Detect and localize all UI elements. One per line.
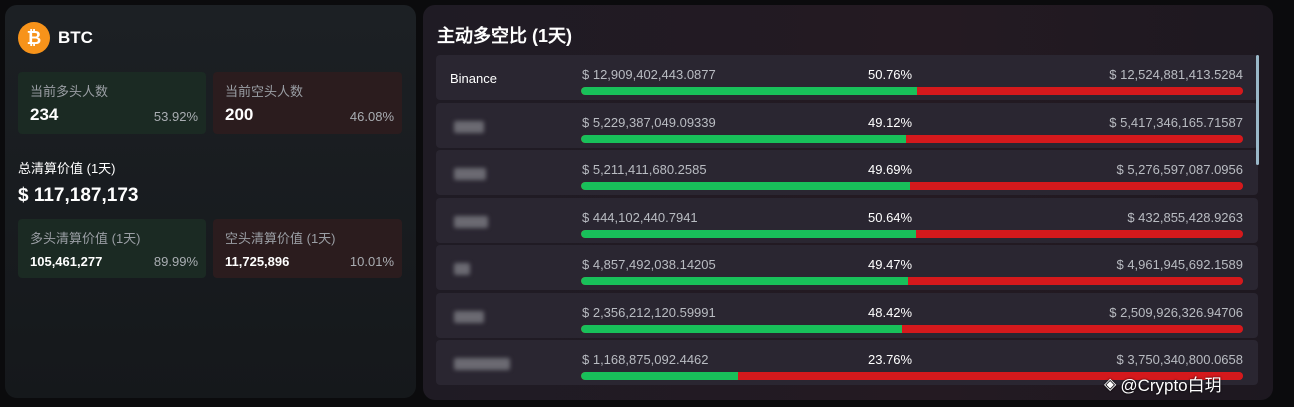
ratio-bar-short bbox=[911, 182, 1243, 190]
short-liquidation-value: 11,725,896 bbox=[225, 254, 290, 269]
ratio-bar bbox=[581, 229, 1243, 238]
ratio-bar bbox=[581, 182, 1243, 190]
watermark-text: @Crypto白玥 bbox=[1120, 376, 1222, 395]
watermark: ◈ @Crypto白玥 bbox=[1104, 371, 1222, 396]
long-count-label: 当前多头人数 bbox=[30, 84, 109, 99]
exchange-name: Binance bbox=[450, 71, 497, 86]
total-liquidation-value: $ 117,187,173 bbox=[18, 185, 139, 206]
panel-title: 主动多空比 (1天) bbox=[437, 26, 572, 46]
long-ratio-pct: 49.12% bbox=[868, 114, 913, 130]
bitcoin-icon: ₿ bbox=[18, 22, 50, 54]
exchange-row[interactable]: $ 4,857,492,038.14205 49.47% $ 4,961,945,6… bbox=[436, 245, 1258, 290]
ratio-bar bbox=[581, 134, 1243, 143]
short-volume: $ 5,276,597,087.0956 bbox=[1116, 162, 1243, 177]
ratio-bar-long bbox=[581, 182, 910, 190]
ratio-bar bbox=[581, 87, 1243, 95]
short-volume: $ 5,417,346,165.71587 bbox=[1109, 114, 1243, 130]
exchange-row[interactable]: $ 2,356,212,120.59991 48.42% $ 2,509,926,3… bbox=[436, 292, 1258, 338]
short-volume: $ 432,855,428.9263 bbox=[1127, 209, 1243, 225]
ratio-bar bbox=[581, 277, 1243, 285]
short-count-value: 200 bbox=[225, 105, 254, 124]
total-liquidation-label: 总清算价值 (1天) bbox=[18, 161, 116, 176]
ratio-bar-short bbox=[908, 134, 1243, 143]
short-count-pct: 46.08% bbox=[349, 109, 394, 124]
long-volume: $ 2,356,212,120.59991 bbox=[582, 304, 716, 320]
long-count-value: 234 bbox=[30, 105, 59, 124]
ratio-bar-long bbox=[581, 324, 902, 333]
long-ratio-pct: 50.64% bbox=[868, 209, 913, 225]
long-liquidation-pct: 89.99% bbox=[153, 254, 198, 269]
long-liquidation-card: 多头清算价值 (1天) 105,461,277 89.99% bbox=[18, 219, 206, 278]
long-volume: $ 1,168,875,092.4462 bbox=[582, 352, 709, 367]
ratio-bar-short bbox=[919, 87, 1243, 95]
exchange-logo-blurred bbox=[454, 120, 484, 133]
long-liquidation-value: 105,461,277 bbox=[30, 254, 103, 269]
short-liquidation-card: 空头清算价值 (1天) 11,725,896 10.01% bbox=[213, 219, 402, 278]
binance-logo-icon: ◈ bbox=[1104, 375, 1117, 393]
exchange-row[interactable]: $ 5,211,411,680.2585 49.69% $ 5,276,597,08… bbox=[436, 150, 1258, 195]
long-short-ratio-panel: 主动多空比 (1天) Binance $ 12,909,402,443.0877 5… bbox=[423, 5, 1273, 400]
ratio-bar-long bbox=[581, 277, 909, 285]
exchange-logo-blurred bbox=[454, 168, 486, 180]
long-ratio-pct: 49.47% bbox=[868, 257, 913, 272]
ratio-bar-short bbox=[903, 324, 1243, 333]
long-count-pct: 53.92% bbox=[153, 109, 198, 124]
long-ratio-pct: 49.69% bbox=[868, 162, 913, 177]
short-liquidation-pct: 10.01% bbox=[349, 254, 394, 269]
exchange-logo-blurred bbox=[454, 310, 484, 323]
coin-summary-panel: ₿ BTC 当前多头人数 234 53.92% 当前空头人数 200 46.08… bbox=[5, 5, 416, 398]
long-volume: $ 12,909,402,443.0877 bbox=[582, 67, 716, 82]
short-volume: $ 4,961,945,692.1589 bbox=[1116, 257, 1243, 272]
short-count-card: 当前空头人数 200 46.08% bbox=[213, 72, 402, 134]
short-count-label: 当前空头人数 bbox=[225, 84, 304, 99]
coin-header: ₿ BTC bbox=[18, 22, 93, 54]
exchange-logo-blurred bbox=[454, 215, 488, 228]
exchange-logo-blurred bbox=[454, 358, 510, 370]
ratio-bar-long bbox=[581, 87, 918, 95]
ratio-bar-long bbox=[581, 229, 917, 238]
long-volume: $ 5,229,387,049.09339 bbox=[582, 114, 716, 130]
ratio-bar-short bbox=[910, 277, 1243, 285]
short-volume: $ 2,509,926,326.94706 bbox=[1109, 304, 1243, 320]
ratio-bar bbox=[581, 324, 1243, 333]
long-volume: $ 5,211,411,680.2585 bbox=[582, 162, 707, 177]
short-volume: $ 12,524,881,413.5284 bbox=[1109, 67, 1243, 82]
scrollbar-thumb[interactable] bbox=[1256, 55, 1259, 165]
long-liquidation-label: 多头清算价值 (1天) bbox=[30, 231, 141, 246]
long-ratio-pct: 23.76% bbox=[868, 352, 913, 367]
long-volume: $ 444,102,440.7941 bbox=[582, 209, 698, 225]
exchange-row[interactable]: $ 444,102,440.7941 50.64% $ 432,855,428.92… bbox=[436, 197, 1258, 243]
long-ratio-pct: 50.76% bbox=[868, 67, 913, 82]
exchange-row[interactable]: $ 5,229,387,049.09339 49.12% $ 5,417,346,1… bbox=[436, 102, 1258, 148]
long-volume: $ 4,857,492,038.14205 bbox=[582, 257, 716, 272]
ratio-bar-long bbox=[581, 134, 907, 143]
ratio-bar-short bbox=[918, 229, 1243, 238]
long-ratio-pct: 48.42% bbox=[868, 304, 913, 320]
short-liquidation-label: 空头清算价值 (1天) bbox=[225, 231, 336, 246]
short-volume: $ 3,750,340,800.0658 bbox=[1116, 352, 1243, 367]
long-count-card: 当前多头人数 234 53.92% bbox=[18, 72, 206, 134]
exchange-row[interactable]: Binance $ 12,909,402,443.0877 50.76% $ 12,5… bbox=[436, 55, 1258, 100]
ratio-bar-long bbox=[581, 372, 739, 380]
exchange-logo-blurred bbox=[454, 263, 470, 275]
coin-name: BTC bbox=[58, 28, 93, 47]
